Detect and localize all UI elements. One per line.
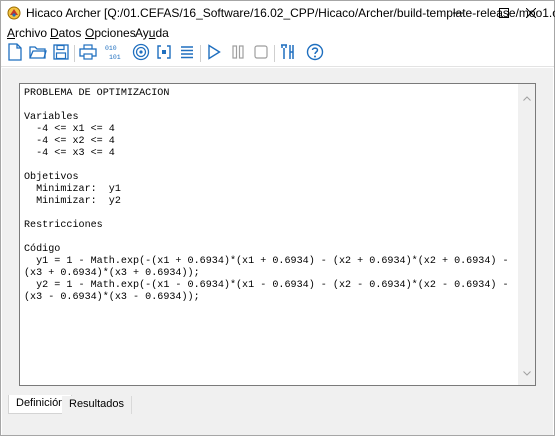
menu-archivo-label: rchivo [15,26,48,40]
close-button[interactable] [508,1,554,25]
toolbar-separator [274,45,275,62]
svg-text:010: 010 [105,45,117,52]
minimize-icon [453,8,463,18]
close-icon [526,8,536,18]
target-icon [132,43,150,64]
tools-icon [279,43,297,64]
editor-text[interactable]: PROBLEMA DE OPTIMIZACIÓN Variables -4 <=… [24,88,514,380]
minimize-button[interactable] [435,1,481,25]
archer-app-icon [7,6,21,20]
target-button[interactable] [131,43,151,63]
vertical-scrollbar[interactable] [518,84,535,385]
binary-data-button[interactable]: 010 101 [105,43,125,63]
menu-opciones-mnemonic: O [85,26,95,40]
save-button[interactable] [51,43,71,63]
menu-bar: Archivo Datos Opciones Ayuda [1,25,554,41]
toolbar-separator [74,45,75,62]
menu-datos-label: atos [58,26,82,40]
tab-bar: Definición Resultados [2,394,553,435]
save-icon [53,43,69,63]
scroll-up-icon[interactable] [523,90,531,104]
list-icon [179,44,195,63]
print-icon [79,43,97,63]
print-button[interactable] [78,43,98,63]
svg-text:101: 101 [109,54,121,61]
pause-icon [231,44,245,63]
title-bar[interactable]: Hicaco Archer [Q:/01.CEFAS/16_Software/1… [1,1,555,25]
menu-ayuda-label: da [155,26,169,40]
tab-resultados[interactable]: Resultados [62,396,133,414]
stop-button[interactable] [251,43,271,63]
help-button[interactable] [305,43,325,63]
menu-datos[interactable]: Datos [50,26,81,40]
menu-opciones[interactable]: Opciones [85,26,136,40]
stop-icon [253,44,269,63]
pause-button[interactable] [228,43,248,63]
menu-ayuda[interactable]: Ayuda [135,26,169,40]
bracket-button[interactable] [154,43,174,63]
bracket-icon [156,44,172,63]
tools-button[interactable] [278,43,298,63]
new-file-button[interactable] [5,42,25,64]
menu-archivo[interactable]: Archivo [7,26,47,40]
menu-archivo-mnemonic: A [7,26,16,40]
help-icon [306,43,324,64]
menu-datos-mnemonic: D [50,26,59,40]
list-button[interactable] [177,43,197,63]
play-icon [207,43,221,63]
toolbar-separator [200,45,201,62]
menu-opciones-label: pciones [94,26,136,40]
toolbar: 010 101 [1,41,554,67]
definition-editor[interactable]: PROBLEMA DE OPTIMIZACIÓN Variables -4 <=… [19,83,536,386]
scroll-down-icon[interactable] [523,365,531,379]
binary-data-icon: 010 101 [105,43,125,64]
open-folder-icon [29,44,47,63]
run-button[interactable] [204,43,224,63]
menu-ayuda-prefix: Ay [135,26,149,40]
open-folder-button[interactable] [28,43,48,63]
new-file-icon [7,42,23,64]
app-window: Hicaco Archer [Q:/01.CEFAS/16_Software/1… [0,0,555,436]
